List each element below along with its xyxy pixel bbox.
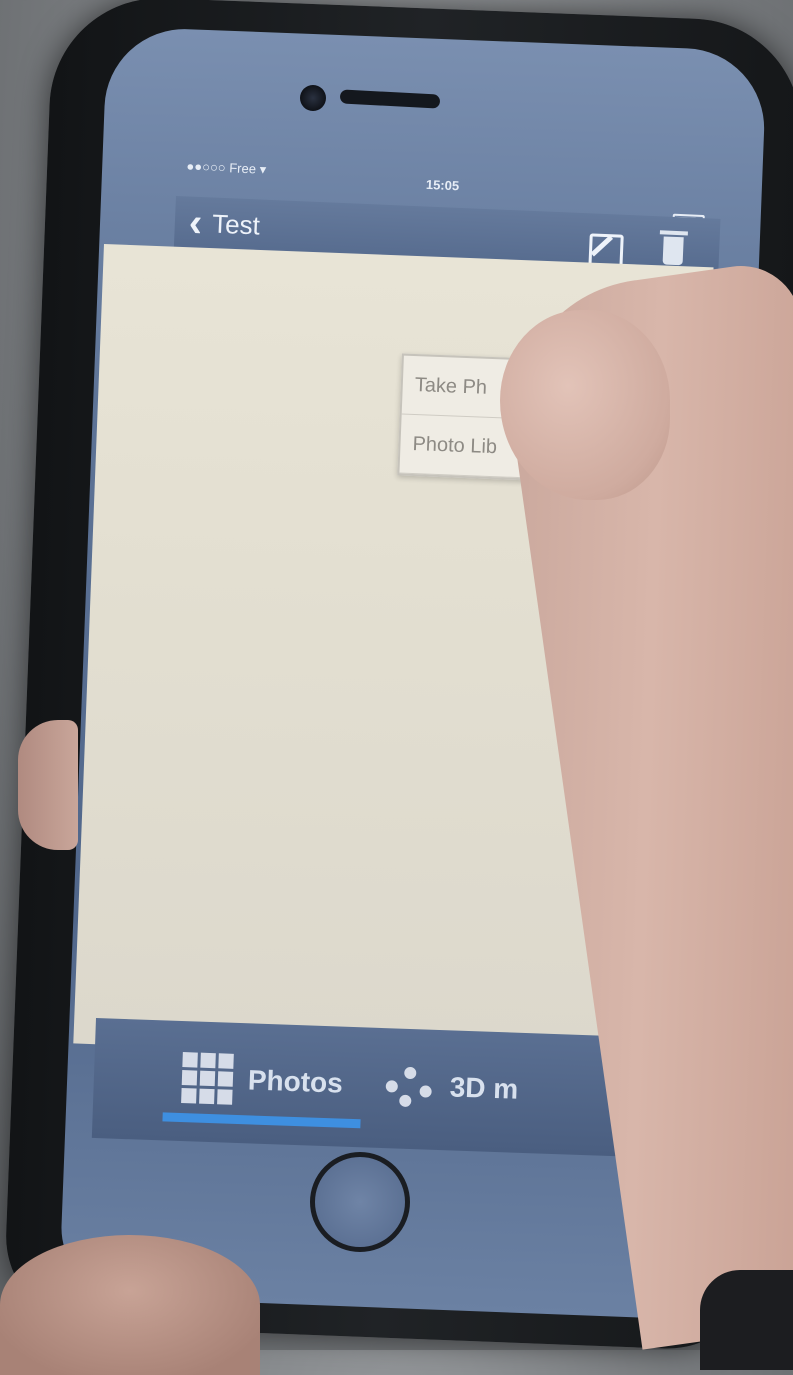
tab-photos[interactable]: Photos: [181, 1043, 344, 1119]
bottom-finger: [0, 1235, 260, 1375]
chevron-left-icon: ‹: [187, 200, 204, 246]
tab-label: Photos: [247, 1064, 344, 1099]
tab-label: 3D m: [449, 1071, 519, 1105]
tab-3d-models[interactable]: 3D m: [381, 1050, 520, 1125]
left-finger: [18, 720, 78, 850]
front-camera-icon: [300, 85, 326, 111]
back-button[interactable]: ‹ Test: [187, 200, 261, 246]
molecule-icon: [381, 1060, 439, 1112]
photo-scene: ●●○○○ Free ▾ 15:05 ‹ Test + Take Ph Phot…: [0, 0, 793, 1375]
back-button-label: Test: [211, 208, 261, 241]
status-time: 15:05: [425, 176, 460, 194]
trash-icon[interactable]: [662, 236, 684, 266]
sleeve: [700, 1270, 793, 1370]
grid-icon: [181, 1052, 235, 1106]
carrier-signal: ●●○○○ Free ▾: [186, 158, 267, 177]
home-button[interactable]: [310, 1152, 410, 1252]
tab-bar: Photos 3D m: [91, 1018, 656, 1158]
